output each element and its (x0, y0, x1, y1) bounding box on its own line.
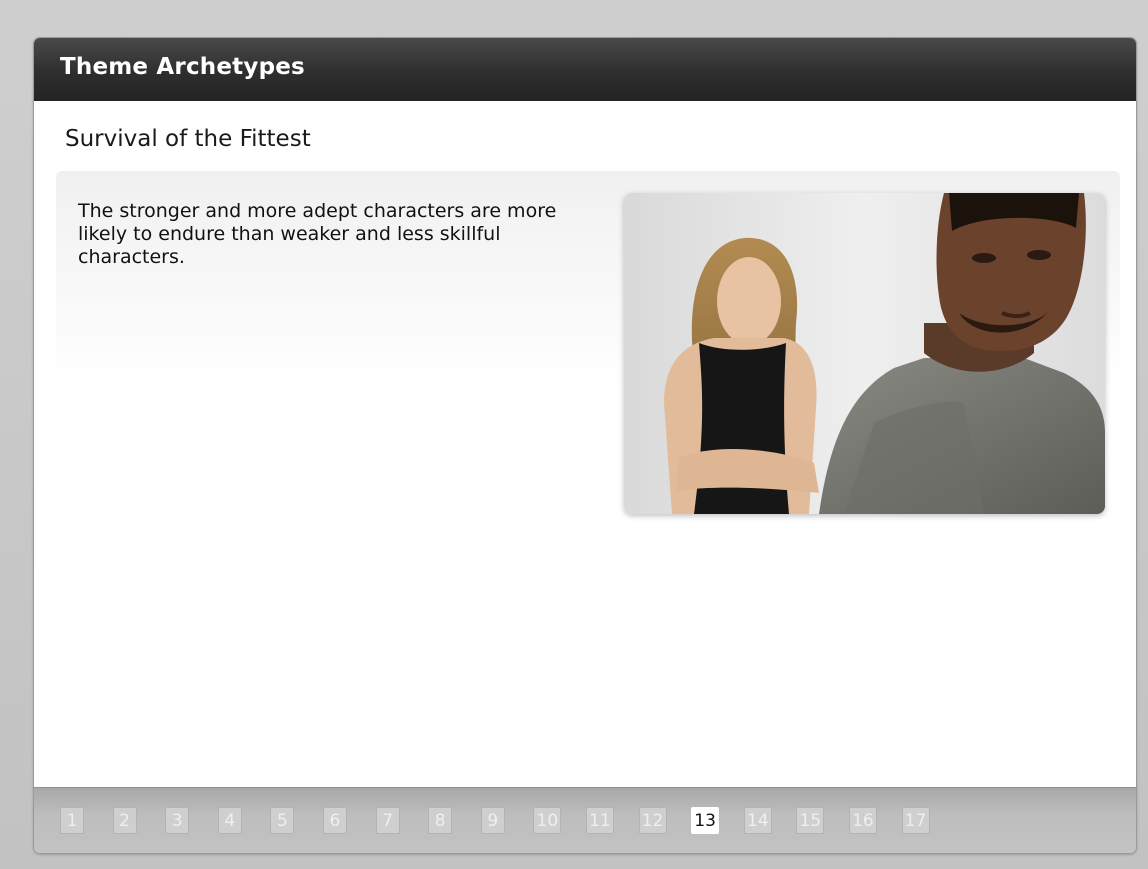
page-title: Theme Archetypes (60, 54, 305, 80)
page-button-12[interactable]: 12 (638, 807, 667, 834)
slide-photo (624, 193, 1105, 514)
page-button-5[interactable]: 5 (270, 807, 295, 834)
pager-bar: 1 2 3 4 5 6 7 8 9 10 11 12 13 14 15 16 1… (34, 787, 1136, 853)
page-button-6[interactable]: 6 (322, 807, 347, 834)
page-button-17[interactable]: 17 (901, 807, 930, 834)
page-navigation: 1 2 3 4 5 6 7 8 9 10 11 12 13 14 15 16 1… (60, 807, 954, 834)
page-button-16[interactable]: 16 (848, 807, 877, 834)
photo-illustration (624, 193, 1105, 514)
page-button-11[interactable]: 11 (585, 807, 614, 834)
page-button-4[interactable]: 4 (217, 807, 242, 834)
page-button-2[interactable]: 2 (112, 807, 137, 834)
page-button-1[interactable]: 1 (60, 807, 84, 834)
slide-body-text: The stronger and more adept characters a… (78, 200, 557, 268)
page-button-15[interactable]: 15 (796, 807, 825, 834)
page-button-7[interactable]: 7 (375, 807, 400, 834)
slide-frame: Theme Archetypes Survival of the Fittest… (34, 38, 1136, 853)
page-button-10[interactable]: 10 (533, 807, 562, 834)
header-bar: Theme Archetypes (34, 38, 1136, 101)
page-button-14[interactable]: 14 (743, 807, 772, 834)
page-button-3[interactable]: 3 (165, 807, 190, 834)
page-button-13-current[interactable]: 13 (691, 807, 720, 834)
page-button-8[interactable]: 8 (428, 807, 453, 834)
page-button-9[interactable]: 9 (480, 807, 505, 834)
slide-subtitle: Survival of the Fittest (65, 126, 311, 152)
